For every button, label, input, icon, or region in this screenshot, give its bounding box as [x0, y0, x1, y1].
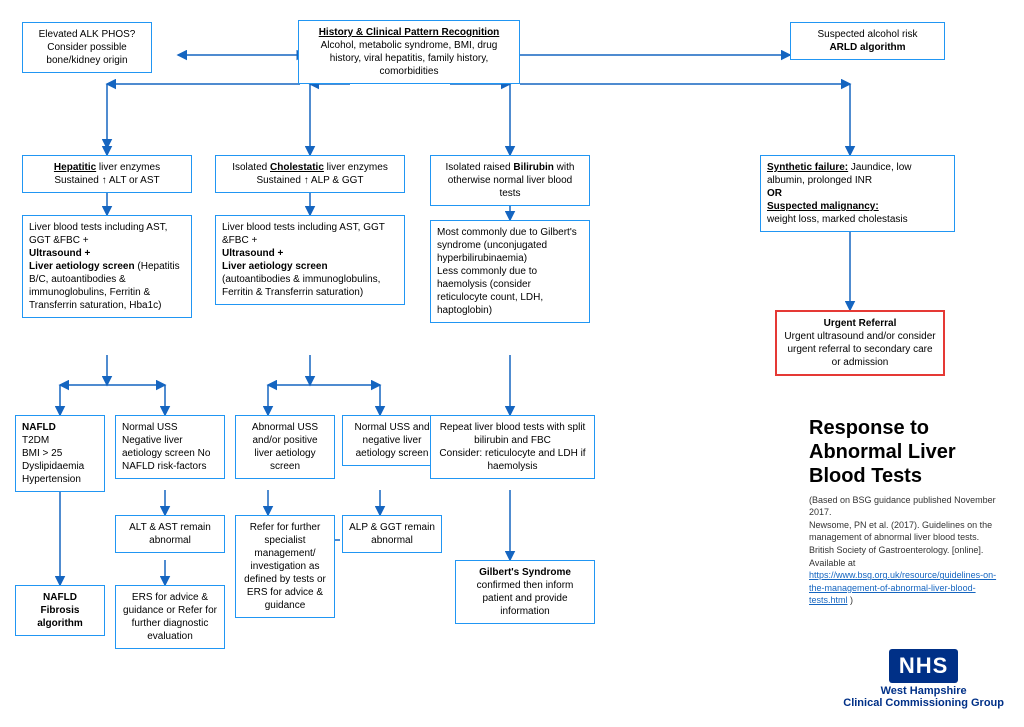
alk-phos-text: Elevated ALK PHOS? Consider possible bon… [39, 29, 136, 66]
lbt2-text: Liver blood tests including AST, GGT &FB… [222, 222, 385, 298]
title-panel: Response to Abnormal Liver Blood Tests (… [809, 416, 1004, 607]
box-repeat-lbt: Repeat liver blood tests with split bili… [430, 415, 595, 479]
box-lbt2: Liver blood tests including AST, GGT &FB… [215, 215, 405, 305]
box-alcohol-risk: Suspected alcohol riskARLD algorithm [790, 22, 945, 60]
gilberts-confirmed-text: Gilbert's Syndromeconfirmed then inform … [477, 567, 574, 617]
box-gilberts-text: Most commonly due to Gilbert's syndrome … [430, 220, 590, 323]
box-ers-advice: ERS for advice & guidance or Refer for f… [115, 585, 225, 649]
nhs-badge: NHS [889, 649, 958, 683]
box-abnormal-uss: Abnormal USS and/or positive liver aetio… [235, 415, 335, 479]
lbt1-text: Liver blood tests including AST, GGT &FB… [29, 222, 180, 311]
main-title: Response to Abnormal Liver Blood Tests [809, 416, 1004, 488]
box-lbt1: Liver blood tests including AST, GGT &FB… [22, 215, 192, 318]
urgent-label: Urgent Referral [824, 318, 897, 329]
synthetic-label: Synthetic failure: [767, 162, 848, 173]
box-subtitle: Alcohol, metabolic syndrome, BMI, drug h… [321, 40, 498, 77]
alp-ggt-text: ALP & GGT remain abnormal [349, 522, 435, 546]
normal-uss2-text: Normal USS and negative liver aetiology … [354, 422, 429, 459]
urgent-text: Urgent ultrasound and/or consider urgent… [784, 331, 935, 368]
box-nafld-risk: NAFLDT2DMBMI > 25DyslipidaemiaHypertensi… [15, 415, 105, 492]
org-name: West Hampshire [843, 685, 1004, 697]
bilirubin-text: Isolated raised Bilirubin with otherwise… [446, 162, 575, 199]
box-alp-ggt: ALP & GGT remain abnormal [342, 515, 442, 553]
box-synthetic: Synthetic failure: Jaundice, low albumin… [760, 155, 955, 232]
bsg-link[interactable]: https://www.bsg.org.uk/resource/guidelin… [809, 570, 996, 605]
reference-text: (Based on BSG guidance published Novembe… [809, 494, 1004, 607]
alcohol-risk-text: Suspected alcohol riskARLD algorithm [817, 29, 917, 53]
box-refer-specialist: Refer for further specialist management/… [235, 515, 335, 618]
abnormal-uss-text: Abnormal USS and/or positive liver aetio… [252, 422, 318, 472]
box-title: History & Clinical Pattern Recognition [319, 27, 500, 38]
box-bilirubin: Isolated raised Bilirubin with otherwise… [430, 155, 590, 206]
box-alk-phos: Elevated ALK PHOS? Consider possible bon… [22, 22, 152, 73]
arld-label: ARLD algorithm [829, 42, 905, 53]
hepatitic-label: Hepatitic [54, 162, 96, 173]
alt-ast-text: ALT & AST remain abnormal [129, 522, 211, 546]
box-normal-uss2: Normal USS and negative liver aetiology … [342, 415, 442, 466]
box-nafld-fibrosis: NAFLDFibrosisalgorithm [15, 585, 105, 636]
org-sub: Clinical Commissioning Group [843, 697, 1004, 709]
nafld-risk-text: NAFLDT2DMBMI > 25DyslipidaemiaHypertensi… [22, 422, 84, 485]
box-hepatitic: Hepatitic liver enzymesSustained ↑ ALT o… [22, 155, 192, 193]
box-cholestatic: Isolated Cholestatic liver enzymesSustai… [215, 155, 405, 193]
nhs-logo: NHS West Hampshire Clinical Commissionin… [843, 649, 1004, 709]
box-urgent-referral: Urgent Referral Urgent ultrasound and/or… [775, 310, 945, 376]
cholestatic-text: Isolated Cholestatic liver enzymesSustai… [232, 162, 388, 186]
box-normal-uss: Normal USSNegative liver aetiology scree… [115, 415, 225, 479]
repeat-lbt-text: Repeat liver blood tests with split bili… [439, 422, 585, 472]
box-history-clinical: History & Clinical Pattern Recognition A… [298, 20, 520, 84]
box-gilberts-confirmed: Gilbert's Syndromeconfirmed then inform … [455, 560, 595, 624]
ers-advice-text: ERS for advice & guidance or Refer for f… [123, 592, 217, 642]
gilberts-text: Most commonly due to Gilbert's syndrome … [437, 227, 577, 316]
nafld-fibrosis-text: NAFLDFibrosisalgorithm [37, 592, 83, 629]
refer-specialist-text: Refer for further specialist management/… [244, 522, 326, 611]
normal-uss-text: Normal USSNegative liver aetiology scree… [122, 422, 210, 472]
box-alt-ast: ALT & AST remain abnormal [115, 515, 225, 553]
